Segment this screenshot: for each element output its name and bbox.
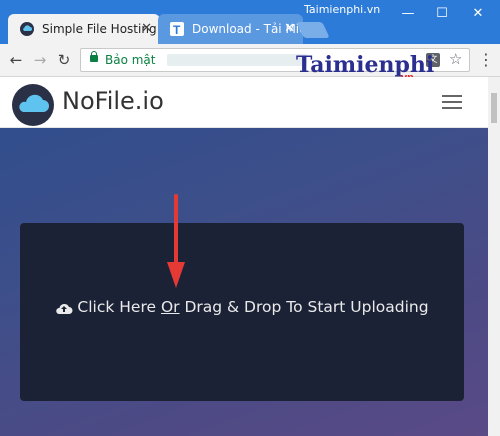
upload-prompt-prefix: Click Here xyxy=(77,298,161,316)
lock-icon xyxy=(90,51,98,62)
forward-arrow-icon[interactable]: → xyxy=(30,50,50,70)
reload-icon[interactable]: ↻ xyxy=(54,50,74,70)
minimize-button[interactable]: — xyxy=(390,0,426,28)
hamburger-menu-icon[interactable] xyxy=(442,95,462,109)
svg-text:T: T xyxy=(173,23,181,36)
upload-dropzone[interactable]: Click Here Or Drag & Drop To Start Uploa… xyxy=(20,223,464,401)
tab-simple-file-hosting[interactable]: Simple File Hosting ✕ xyxy=(8,14,160,44)
tab-download[interactable]: T Download - Tải Miễn phí ✕ xyxy=(158,14,303,44)
upload-prompt[interactable]: Click Here Or Drag & Drop To Start Uploa… xyxy=(20,298,464,316)
browser-window: Simple File Hosting ✕ T Download - Tải M… xyxy=(0,0,500,436)
cloud-upload-icon xyxy=(56,303,73,314)
close-window-button[interactable]: ✕ xyxy=(460,0,496,28)
back-arrow-icon[interactable]: ← xyxy=(6,50,26,70)
cloud-icon xyxy=(19,94,49,112)
taimienphi-favicon-icon: T xyxy=(170,22,184,36)
bookmark-star-icon[interactable]: ☆ xyxy=(449,50,462,68)
maximize-button[interactable]: ☐ xyxy=(424,0,460,28)
watermark-top: Taimienphi.vn xyxy=(304,3,381,16)
upload-prompt-or: Or xyxy=(160,298,180,316)
vertical-scrollbar[interactable] xyxy=(488,77,500,436)
upload-prompt-suffix: Drag & Drop To Start Uploading xyxy=(179,298,429,316)
nofile-favicon-icon xyxy=(20,22,34,36)
blurred-url xyxy=(167,54,307,66)
chrome-menu-icon[interactable]: ⋮ xyxy=(478,50,494,70)
site-header: NoFile.io xyxy=(0,77,488,128)
nofile-logo[interactable] xyxy=(12,84,54,126)
site-logo-text[interactable]: NoFile.io xyxy=(62,87,164,115)
tab-title: Simple File Hosting xyxy=(42,22,157,36)
red-arrow-annotation xyxy=(167,194,185,288)
taimienphi-watermark-logo: Taimienphi.vn xyxy=(296,52,435,84)
scrollbar-thumb[interactable] xyxy=(491,93,497,123)
close-tab-icon[interactable]: ✕ xyxy=(284,14,295,44)
close-tab-icon[interactable]: ✕ xyxy=(141,14,152,44)
secure-label: Bảo mật xyxy=(105,53,156,67)
page-viewport: NoFile.io Click Here Or Drag & Drop To S… xyxy=(0,77,488,436)
tab-strip: Simple File Hosting ✕ T Download - Tải M… xyxy=(0,0,500,44)
